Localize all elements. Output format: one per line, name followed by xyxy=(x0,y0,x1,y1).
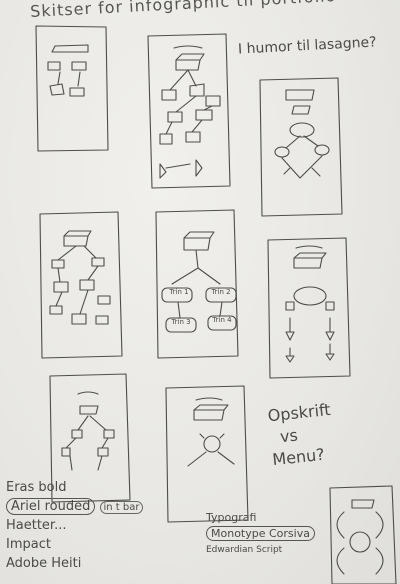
typography-heading: Typografi xyxy=(206,511,257,524)
trin-1-label: Trin 1 xyxy=(169,288,189,296)
thumbnail-sketch-9 xyxy=(329,485,397,584)
font-eras: Eras bold xyxy=(6,480,67,495)
font-ariel-note: in t bar xyxy=(99,501,144,514)
font-adobe: Adobe Heiti xyxy=(6,556,82,571)
font-ariel: Ariel rouded xyxy=(6,498,96,515)
thumbnail-sketch-6 xyxy=(267,237,351,379)
font-list: Eras bold Ariel rouded in t bar Haetter.… xyxy=(6,478,144,573)
sketch-page: Skitser for infographic til portfolio I … xyxy=(0,0,400,584)
typography-notes: Typografi Monotype Corsiva Edwardian Scr… xyxy=(206,510,315,558)
font-ariel-row: Ariel rouded in t bar xyxy=(6,497,144,516)
font-haettenschweiler: Haetter... xyxy=(6,518,67,533)
thumbnail-sketch-4 xyxy=(39,211,123,359)
opskrift-vs-menu-note: Opskrift vs Menu? xyxy=(267,399,337,471)
font-impact: Impact xyxy=(6,537,51,552)
thumbnail-sketch-2 xyxy=(147,33,231,189)
trin-3-label: Trin 3 xyxy=(171,318,191,326)
thumbnail-sketch-8 xyxy=(165,385,249,523)
thumbnail-sketch-5 xyxy=(155,209,239,359)
thumbnail-sketch-1 xyxy=(35,25,109,152)
thumbnail-sketch-3 xyxy=(259,77,343,217)
trin-2-label: Trin 2 xyxy=(211,288,231,296)
font-monotype-corsiva: Monotype Corsiva xyxy=(206,526,315,541)
font-edwardian-script: Edwardian Script xyxy=(206,545,283,555)
trin-4-label: Trin 4 xyxy=(212,316,232,324)
